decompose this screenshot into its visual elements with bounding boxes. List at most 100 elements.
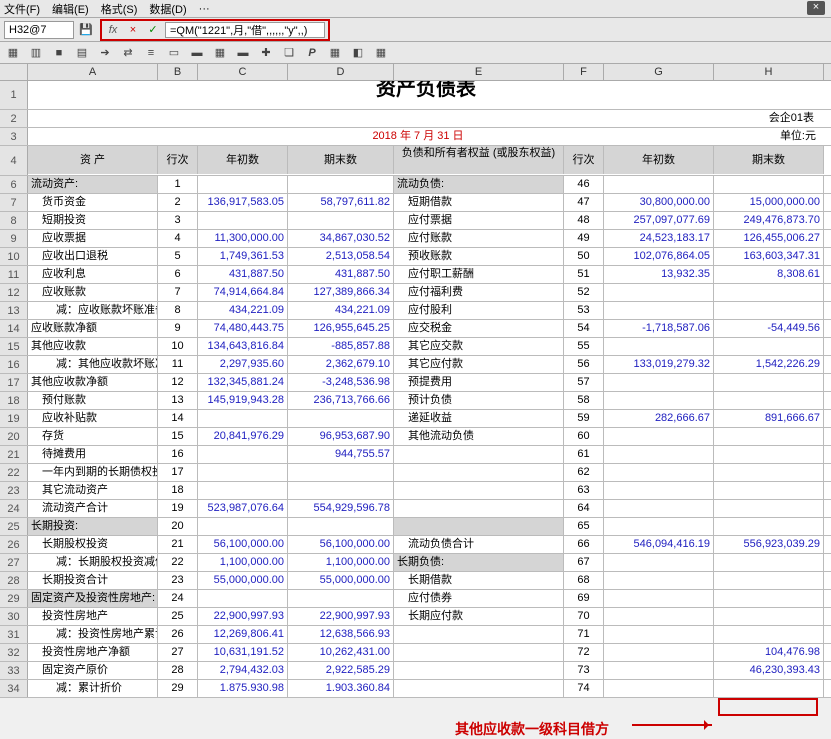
cell[interactable] (198, 446, 288, 463)
row-header[interactable]: 26 (0, 536, 28, 553)
cell[interactable]: 19 (158, 500, 198, 517)
cell[interactable] (714, 608, 824, 625)
cell[interactable] (288, 212, 394, 229)
cell[interactable]: 282,666.67 (604, 410, 714, 427)
cell[interactable]: 其他应收款 (28, 338, 158, 355)
cell[interactable] (288, 482, 394, 499)
cell[interactable] (714, 338, 824, 355)
cell[interactable] (604, 608, 714, 625)
cell[interactable]: 固定资产原价 (28, 662, 158, 679)
cell[interactable]: 短期投资 (28, 212, 158, 229)
table-row[interactable]: 23 其它流动资产 18 63 (0, 482, 831, 500)
cell[interactable]: -3,248,536.98 (288, 374, 394, 391)
cell[interactable]: 2,362,679.10 (288, 356, 394, 373)
cell[interactable]: 34,867,030.52 (288, 230, 394, 247)
header-row[interactable]: 行次 (158, 146, 198, 174)
cell[interactable]: 22 (158, 554, 198, 571)
cell[interactable]: 流动负债合计 (394, 536, 564, 553)
table-row[interactable]: 27 减：长期股权投资减值准备 22 1,100,000.00 1,100,00… (0, 554, 831, 572)
row-header[interactable]: 25 (0, 518, 28, 535)
cell[interactable] (394, 446, 564, 463)
cell[interactable] (604, 626, 714, 643)
cell[interactable] (198, 518, 288, 535)
cell[interactable] (714, 554, 824, 571)
cell[interactable]: 55 (564, 338, 604, 355)
row-header[interactable]: 4 (0, 146, 28, 175)
cell[interactable]: 46 (564, 176, 604, 193)
tool-icon[interactable]: ▦ (374, 45, 388, 60)
cell[interactable]: 11,300,000.00 (198, 230, 288, 247)
tool-icon[interactable]: ■ (52, 45, 66, 60)
col-header[interactable]: H (714, 64, 824, 80)
cell[interactable]: 257,097,077.69 (604, 212, 714, 229)
cell[interactable]: 53 (564, 302, 604, 319)
cell[interactable]: 2 (158, 194, 198, 211)
row-header[interactable]: 32 (0, 644, 28, 661)
cell[interactable]: 546,094,416.19 (604, 536, 714, 553)
cell[interactable]: 9 (158, 320, 198, 337)
cell[interactable]: 26 (158, 626, 198, 643)
row-header[interactable]: 21 (0, 446, 28, 463)
cell[interactable]: 55,000,000.00 (198, 572, 288, 589)
cell[interactable]: 其它应付款 (394, 356, 564, 373)
cell[interactable] (198, 176, 288, 193)
cell[interactable]: 2,297,935.60 (198, 356, 288, 373)
menu-data[interactable]: 数据(D) (149, 1, 186, 17)
row-header[interactable]: 33 (0, 662, 28, 679)
cell[interactable]: 24 (158, 590, 198, 607)
cell-reference[interactable]: H32@7 (4, 21, 74, 39)
row-header[interactable]: 12 (0, 284, 28, 301)
cell[interactable]: 长期投资合计 (28, 572, 158, 589)
table-row[interactable]: 22 一年内到期的长期债权投资 17 62 (0, 464, 831, 482)
tool-icon[interactable]: ❏ (282, 45, 296, 60)
cell[interactable]: 其他流动负债 (394, 428, 564, 445)
cell[interactable]: 20,841,976.29 (198, 428, 288, 445)
cell[interactable] (604, 302, 714, 319)
tool-icon[interactable]: ▤ (75, 45, 89, 60)
cell[interactable]: 67 (564, 554, 604, 571)
corp-code[interactable]: 会企01表 (528, 110, 824, 127)
cell[interactable] (198, 212, 288, 229)
table-row[interactable]: 20 存货 15 20,841,976.29 96,953,687.90 其他流… (0, 428, 831, 446)
cell[interactable]: 236,713,766.66 (288, 392, 394, 409)
cell[interactable]: 944,755.57 (288, 446, 394, 463)
cell[interactable]: 长期应付款 (394, 608, 564, 625)
cell[interactable]: 30,800,000.00 (604, 194, 714, 211)
cell[interactable] (714, 464, 824, 481)
cell[interactable]: 21 (158, 536, 198, 553)
cell[interactable]: 固定资产及投资性房地产: (28, 590, 158, 607)
accept-icon[interactable]: ✓ (145, 22, 161, 38)
cell[interactable] (714, 572, 824, 589)
row-header[interactable]: 30 (0, 608, 28, 625)
cell[interactable]: 货币资金 (28, 194, 158, 211)
cell[interactable]: 17 (158, 464, 198, 481)
table-row[interactable]: 32 投资性房地产净额 27 10,631,191.52 10,262,431.… (0, 644, 831, 662)
cell[interactable]: 应收补贴款 (28, 410, 158, 427)
cell[interactable]: 其它流动资产 (28, 482, 158, 499)
row-header[interactable]: 22 (0, 464, 28, 481)
cell[interactable] (714, 680, 824, 697)
cell[interactable] (604, 590, 714, 607)
cell[interactable]: 5 (158, 248, 198, 265)
row-header[interactable]: 13 (0, 302, 28, 319)
row-header[interactable]: 15 (0, 338, 28, 355)
table-row[interactable]: 31 减：投资性房地产累计折旧 26 12,269,806.41 12,638,… (0, 626, 831, 644)
table-row[interactable]: 6 流动资产: 1 流动负债: 46 (0, 176, 831, 194)
table-row[interactable]: 15 其他应收款 10 134,643,816.84 -885,857.88 其… (0, 338, 831, 356)
col-header[interactable]: B (158, 64, 198, 80)
cell[interactable]: 23 (158, 572, 198, 589)
col-header[interactable]: A (28, 64, 158, 80)
cell[interactable]: 长期股权投资 (28, 536, 158, 553)
cell[interactable]: 28 (158, 662, 198, 679)
row-header[interactable]: 1 (0, 81, 28, 109)
header-end[interactable]: 期末数 (288, 146, 394, 174)
cell[interactable]: 47 (564, 194, 604, 211)
fx-icon[interactable]: fx (105, 22, 121, 38)
cell[interactable]: 51 (564, 266, 604, 283)
cell[interactable]: 减：其他应收款坏账准备 (28, 356, 158, 373)
cell[interactable]: 应付账款 (394, 230, 564, 247)
cell[interactable]: 132,345,881.24 (198, 374, 288, 391)
cell[interactable] (198, 410, 288, 427)
header-liab[interactable]: 负债和所有者权益 (或股东权益) (394, 146, 564, 174)
cell[interactable]: 10,631,191.52 (198, 644, 288, 661)
